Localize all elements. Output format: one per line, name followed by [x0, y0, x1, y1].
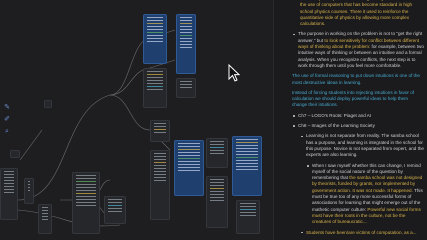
- node-card[interactable]: [0, 168, 18, 220]
- canvas-toolbar: ✎ ✐ ⌕: [3, 104, 11, 140]
- node-card[interactable]: [236, 200, 260, 234]
- node-card[interactable]: [176, 14, 196, 74]
- mind-map-canvas[interactable]: ✎ ✐ ⌕: [0, 0, 273, 240]
- node-card[interactable]: [174, 140, 204, 196]
- node-card[interactable]: [104, 196, 126, 224]
- node-card[interactable]: [24, 178, 34, 204]
- chapter-item[interactable]: Ch7 – LOGO's Roots: Piaget and AI: [292, 113, 424, 119]
- notes-panel[interactable]: the example of qualitative thinking is v…: [273, 0, 427, 240]
- node-card[interactable]: [72, 172, 100, 234]
- note-bullet: The purpose in working on the problem is…: [292, 31, 424, 69]
- notes-content: the example of qualitative thinking is v…: [292, 0, 424, 240]
- node-card[interactable]: [150, 120, 170, 142]
- node-card[interactable]: [206, 176, 228, 228]
- note-bullet: Learning is not separate from reality. T…: [300, 133, 424, 158]
- chapter-item[interactable]: Ch8 – Images of the Learning Society: [292, 123, 424, 129]
- node-card[interactable]: [44, 100, 52, 108]
- node-card[interactable]: [143, 14, 167, 64]
- note-bullet: Students have been/are victims of comput…: [300, 230, 424, 236]
- node-card[interactable]: [143, 68, 167, 108]
- node-card[interactable]: [150, 150, 170, 220]
- mouse-cursor-icon: [228, 64, 240, 82]
- note-highlight-cyan: The use of formal reasoning to put down …: [292, 73, 420, 85]
- search-icon[interactable]: ⌕: [3, 128, 11, 136]
- pencil-icon[interactable]: ✐: [3, 116, 11, 124]
- note-paragraph: the example of qualitative thinking is v…: [300, 0, 421, 27]
- node-card[interactable]: [232, 136, 262, 196]
- node-card[interactable]: [38, 204, 52, 234]
- note-bullet: When I saw myself whether this can chang…: [306, 163, 424, 226]
- note-highlight-cyan: Instead of forcing students into rejecti…: [292, 89, 415, 108]
- node-card[interactable]: [176, 78, 196, 98]
- node-card[interactable]: [10, 150, 20, 158]
- pen-icon[interactable]: ✎: [3, 104, 11, 112]
- node-card[interactable]: [206, 138, 228, 168]
